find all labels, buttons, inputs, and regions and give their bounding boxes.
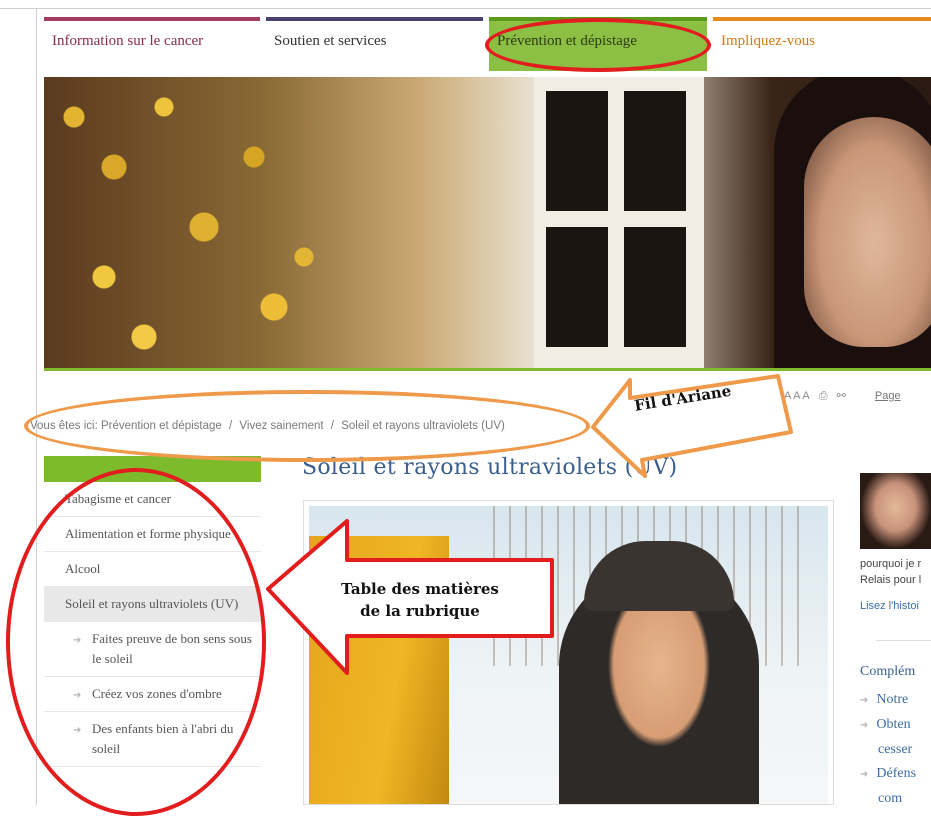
complement-heading: Complém — [860, 664, 916, 679]
hero-image — [44, 77, 931, 369]
annotation-ellipse-breadcrumb — [24, 390, 590, 462]
story-thumbnail[interactable] — [860, 473, 931, 549]
toc-annotation-line: de la rubrique — [360, 602, 480, 620]
page-link[interactable]: Page — [875, 390, 901, 402]
story-text: pourquoi je r Relais pour l — [860, 556, 931, 588]
story-text-line: Relais pour l — [860, 574, 922, 586]
nav-tab-label: Soutien et services — [274, 33, 387, 49]
story-link[interactable]: Lisez l'histoi — [860, 600, 931, 612]
nav-tab-soutien[interactable]: Soutien et services — [266, 17, 483, 71]
annotation-ellipse-tab — [485, 18, 711, 72]
complement-link-continued[interactable]: cesser — [860, 738, 931, 762]
complement-list: ➜ Notre ➜ Obten cesser ➜ Défens com — [860, 688, 931, 811]
complement-link[interactable]: ➜ Notre — [860, 688, 931, 713]
divider — [876, 640, 931, 641]
annotation-ellipse-sidebar — [6, 468, 266, 816]
page-tools: A A A ⎙ ⚯ Page — [784, 389, 907, 403]
complement-link[interactable]: ➜ Obten — [860, 713, 931, 738]
nav-tab-label: Impliquez-vous — [721, 33, 816, 49]
link-icon[interactable]: ⚯ — [837, 390, 846, 402]
article-photo — [303, 500, 834, 805]
arrow-right-icon: ➜ — [860, 720, 869, 731]
arrow-right-icon: ➜ — [860, 695, 869, 706]
complement-link-label: Défens — [876, 766, 917, 781]
complement-link-label: Obten — [876, 717, 911, 732]
toc-annotation-label: Table des matières de la rubrique — [310, 578, 530, 622]
complement-link[interactable]: ➜ Défens — [860, 762, 931, 787]
nav-tab-information[interactable]: Information sur le cancer — [44, 17, 260, 71]
printer-icon[interactable]: ⎙ — [819, 390, 828, 402]
nav-tab-impliquez[interactable]: Impliquez-vous — [713, 17, 931, 71]
text-size-control[interactable]: A A A — [784, 390, 810, 402]
nav-tab-label: Information sur le cancer — [52, 33, 204, 49]
complement-link-continued[interactable]: com — [860, 787, 931, 811]
complement-link-label: com — [878, 791, 903, 806]
complement-link-label: cesser — [878, 742, 913, 757]
hero-divider — [44, 368, 931, 371]
arrow-right-icon: ➜ — [860, 769, 869, 780]
story-text-line: pourquoi je r — [860, 558, 922, 570]
page-frame-top — [0, 8, 931, 9]
toc-annotation-line: Table des matières — [341, 580, 499, 598]
breadcrumb-annotation-label: Fil d'Ariane — [633, 381, 733, 415]
complement-link-label: Notre — [876, 692, 909, 707]
